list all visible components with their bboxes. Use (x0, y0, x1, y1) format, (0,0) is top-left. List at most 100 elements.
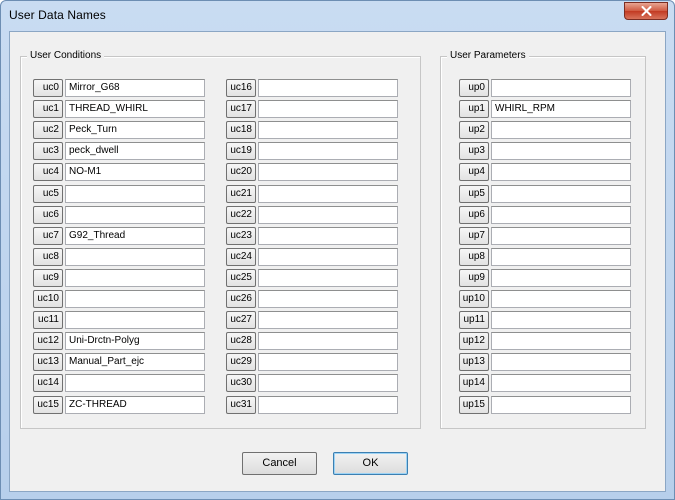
up-button-up3[interactable]: up3 (459, 142, 489, 161)
uc-button-uc17[interactable]: uc17 (226, 100, 256, 119)
up-field-up13[interactable] (491, 353, 631, 372)
uc-button-uc9[interactable]: uc9 (33, 268, 63, 287)
uc-button-uc7[interactable]: uc7 (33, 226, 63, 245)
up-button-up7[interactable]: up7 (459, 226, 489, 245)
up-field-up7[interactable] (491, 226, 631, 245)
uc-field-uc1[interactable]: THREAD_WHIRL (65, 100, 205, 119)
uc-button-uc8[interactable]: uc8 (33, 247, 63, 266)
uc-button-uc15[interactable]: uc15 (33, 395, 63, 414)
uc-field-uc25[interactable] (258, 268, 398, 287)
up-button-up13[interactable]: up13 (459, 353, 489, 372)
up-button-up11[interactable]: up11 (459, 311, 489, 330)
uc-button-uc12[interactable]: uc12 (33, 332, 63, 351)
up-field-up6[interactable] (491, 205, 631, 224)
uc-button-uc30[interactable]: uc30 (226, 374, 256, 393)
up-button-up1[interactable]: up1 (459, 100, 489, 119)
uc-field-uc10[interactable] (65, 290, 205, 308)
uc-field-uc4[interactable]: NO-M1 (65, 163, 205, 182)
uc-button-uc23[interactable]: uc23 (226, 226, 256, 245)
up-button-up5[interactable]: up5 (459, 184, 489, 203)
uc-field-uc7[interactable]: G92_Thread (65, 226, 205, 245)
up-button-up2[interactable]: up2 (459, 121, 489, 140)
uc-field-uc18[interactable] (258, 121, 398, 140)
uc-button-uc22[interactable]: uc22 (226, 205, 256, 224)
uc-field-uc16[interactable] (258, 79, 398, 97)
uc-button-uc16[interactable]: uc16 (226, 79, 256, 97)
up-field-up4[interactable] (491, 163, 631, 182)
uc-button-uc28[interactable]: uc28 (226, 332, 256, 351)
uc-field-uc28[interactable] (258, 332, 398, 351)
up-field-up5[interactable] (491, 184, 631, 203)
uc-field-uc13[interactable]: Manual_Part_ejc (65, 353, 205, 372)
uc-field-uc12[interactable]: Uni-Drctn-Polyg (65, 332, 205, 351)
ok-button[interactable]: OK (333, 452, 408, 475)
uc-field-uc21[interactable] (258, 184, 398, 203)
uc-button-uc6[interactable]: uc6 (33, 205, 63, 224)
uc-field-uc31[interactable] (258, 395, 398, 414)
uc-field-uc5[interactable] (65, 184, 205, 203)
uc-button-uc2[interactable]: uc2 (33, 121, 63, 140)
uc-field-uc9[interactable] (65, 268, 205, 287)
uc-button-uc31[interactable]: uc31 (226, 395, 256, 414)
uc-field-uc23[interactable] (258, 226, 398, 245)
up-field-up12[interactable] (491, 332, 631, 351)
up-field-up9[interactable] (491, 268, 631, 287)
close-button[interactable] (624, 2, 668, 20)
uc-field-uc27[interactable] (258, 311, 398, 330)
uc-field-uc22[interactable] (258, 205, 398, 224)
uc-field-uc6[interactable] (65, 205, 205, 224)
uc-button-uc5[interactable]: uc5 (33, 184, 63, 203)
uc-field-uc29[interactable] (258, 353, 398, 372)
up-field-up14[interactable] (491, 374, 631, 393)
uc-button-uc24[interactable]: uc24 (226, 247, 256, 266)
up-field-up1[interactable]: WHIRL_RPM (491, 100, 631, 119)
uc-button-uc18[interactable]: uc18 (226, 121, 256, 140)
uc-button-uc26[interactable]: uc26 (226, 290, 256, 308)
up-field-up10[interactable] (491, 290, 631, 308)
up-field-up11[interactable] (491, 311, 631, 330)
uc-field-uc24[interactable] (258, 247, 398, 266)
uc-field-uc15[interactable]: ZC-THREAD (65, 395, 205, 414)
uc-field-uc8[interactable] (65, 247, 205, 266)
up-field-up2[interactable] (491, 121, 631, 140)
uc-button-uc10[interactable]: uc10 (33, 290, 63, 308)
up-button-up15[interactable]: up15 (459, 395, 489, 414)
up-button-up9[interactable]: up9 (459, 268, 489, 287)
uc-button-uc29[interactable]: uc29 (226, 353, 256, 372)
uc-button-uc3[interactable]: uc3 (33, 142, 63, 161)
uc-field-uc3[interactable]: peck_dwell (65, 142, 205, 161)
uc-field-uc11[interactable] (65, 311, 205, 330)
up-field-up3[interactable] (491, 142, 631, 161)
uc-button-uc27[interactable]: uc27 (226, 311, 256, 330)
up-field-up8[interactable] (491, 247, 631, 266)
up-button-up4[interactable]: up4 (459, 163, 489, 182)
up-button-up10[interactable]: up10 (459, 290, 489, 308)
up-button-up0[interactable]: up0 (459, 79, 489, 97)
uc-field-uc2[interactable]: Peck_Turn (65, 121, 205, 140)
uc-field-uc19[interactable] (258, 142, 398, 161)
uc-button-uc13[interactable]: uc13 (33, 353, 63, 372)
uc-button-uc0[interactable]: uc0 (33, 79, 63, 97)
up-button-up8[interactable]: up8 (459, 247, 489, 266)
uc-field-uc20[interactable] (258, 163, 398, 182)
uc-button-uc11[interactable]: uc11 (33, 311, 63, 330)
uc-button-uc21[interactable]: uc21 (226, 184, 256, 203)
uc-field-uc14[interactable] (65, 374, 205, 393)
uc-button-uc4[interactable]: uc4 (33, 163, 63, 182)
up-field-up15[interactable] (491, 395, 631, 414)
up-field-up0[interactable] (491, 79, 631, 97)
up-button-up6[interactable]: up6 (459, 205, 489, 224)
uc-button-uc20[interactable]: uc20 (226, 163, 256, 182)
uc-button-uc14[interactable]: uc14 (33, 374, 63, 393)
uc-field-uc26[interactable] (258, 290, 398, 308)
up-button-up12[interactable]: up12 (459, 332, 489, 351)
uc-button-uc19[interactable]: uc19 (226, 142, 256, 161)
uc-field-uc30[interactable] (258, 374, 398, 393)
cancel-button[interactable]: Cancel (242, 452, 317, 475)
up-button-up14[interactable]: up14 (459, 374, 489, 393)
uc-button-uc1[interactable]: uc1 (33, 100, 63, 119)
uc-field-uc0[interactable]: Mirror_G68 (65, 79, 205, 97)
title-bar[interactable]: User Data Names (1, 1, 674, 31)
uc-button-uc25[interactable]: uc25 (226, 268, 256, 287)
uc-field-uc17[interactable] (258, 100, 398, 119)
